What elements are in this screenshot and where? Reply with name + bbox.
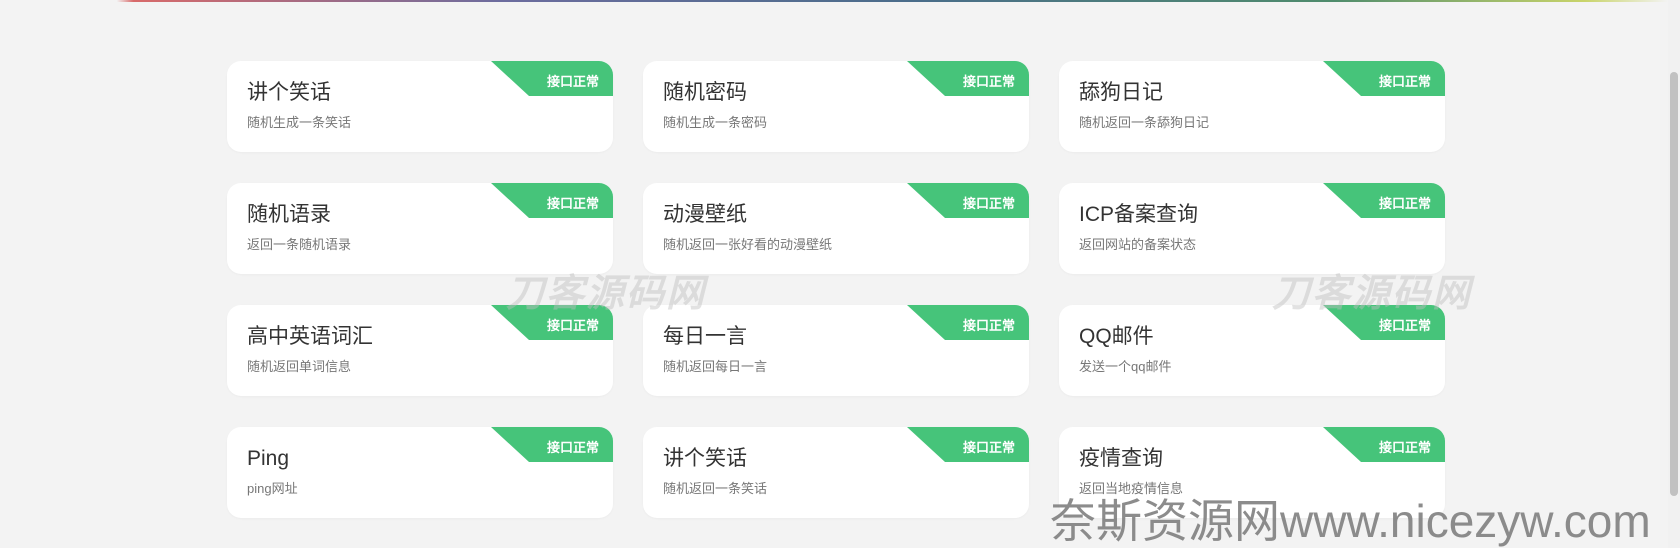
api-card-description: 随机返回一张好看的动漫壁纸 bbox=[663, 237, 833, 252]
status-badge-label: 接口正常 bbox=[962, 196, 1015, 211]
api-card-description: 发送一个qq邮件 bbox=[1079, 359, 1172, 374]
api-card-title: 讲个笑话 bbox=[663, 447, 747, 470]
status-badge-label: 接口正常 bbox=[1378, 440, 1431, 455]
api-card-description: 返回一条随机语录 bbox=[247, 237, 352, 252]
status-badge-label: 接口正常 bbox=[962, 318, 1015, 333]
api-card-title: 讲个笑话 bbox=[247, 81, 331, 104]
api-card[interactable]: 接口正常 QQ邮件 发送一个qq邮件 bbox=[1059, 305, 1445, 396]
status-badge: 接口正常 bbox=[1323, 61, 1445, 96]
status-badge-label: 接口正常 bbox=[962, 74, 1015, 89]
api-card[interactable]: 接口正常 Ping ping网址 bbox=[227, 427, 613, 518]
api-card-description: 随机返回每日一言 bbox=[663, 359, 768, 374]
status-badge-label: 接口正常 bbox=[1378, 196, 1431, 211]
api-card[interactable]: 接口正常 高中英语词汇 随机返回单词信息 bbox=[227, 305, 613, 396]
api-card[interactable]: 接口正常 讲个笑话 随机生成一条笑话 bbox=[227, 61, 613, 152]
watermark-logo: 刀客源码网 bbox=[506, 273, 707, 315]
api-card-title: 随机密码 bbox=[663, 81, 747, 104]
status-badge: 接口正常 bbox=[491, 427, 613, 462]
api-card-title: 随机语录 bbox=[247, 203, 331, 226]
status-badge: 接口正常 bbox=[1323, 183, 1445, 218]
status-badge-label: 接口正常 bbox=[546, 440, 599, 455]
status-badge-label: 接口正常 bbox=[1378, 74, 1431, 89]
api-card[interactable]: 接口正常 每日一言 随机返回每日一言 bbox=[643, 305, 1029, 396]
status-badge-label: 接口正常 bbox=[546, 74, 599, 89]
status-badge: 接口正常 bbox=[907, 183, 1029, 218]
vertical-scrollbar[interactable] bbox=[1668, 0, 1680, 548]
scrollbar-thumb[interactable] bbox=[1670, 72, 1678, 496]
status-badge-label: 接口正常 bbox=[962, 440, 1015, 455]
api-card-description: 随机生成一条密码 bbox=[663, 115, 768, 130]
api-card[interactable]: 接口正常 随机密码 随机生成一条密码 bbox=[643, 61, 1029, 152]
api-card-title: 疫情查询 bbox=[1079, 447, 1163, 470]
api-card[interactable]: 接口正常 ICP备案查询 返回网站的备案状态 bbox=[1059, 183, 1445, 274]
api-card[interactable]: 接口正常 动漫壁纸 随机返回一张好看的动漫壁纸 bbox=[643, 183, 1029, 274]
api-card-description: 随机返回单词信息 bbox=[247, 359, 352, 374]
api-card-title: 动漫壁纸 bbox=[663, 203, 747, 226]
api-card-description: 随机生成一条笑话 bbox=[247, 115, 352, 130]
status-badge-label: 接口正常 bbox=[1378, 318, 1431, 333]
status-badge-label: 接口正常 bbox=[546, 318, 599, 333]
api-card-title: Ping bbox=[247, 447, 290, 470]
api-card-grid: 接口正常 讲个笑话 随机生成一条笑话 接口正常 随机密码 随机生成一条密码 接口… bbox=[227, 61, 1447, 518]
api-card-title: ICP备案查询 bbox=[1079, 203, 1199, 226]
api-card-title: QQ邮件 bbox=[1079, 325, 1154, 348]
top-color-strip bbox=[0, 0, 1668, 2]
api-card[interactable]: 接口正常 讲个笑话 随机返回一条笑话 bbox=[643, 427, 1029, 518]
status-badge: 接口正常 bbox=[1323, 427, 1445, 462]
watermark-logo: 刀客源码网 bbox=[1272, 273, 1473, 315]
status-badge: 接口正常 bbox=[907, 427, 1029, 462]
api-card-title: 舔狗日记 bbox=[1079, 81, 1163, 104]
page: 接口正常 讲个笑话 随机生成一条笑话 接口正常 随机密码 随机生成一条密码 接口… bbox=[0, 0, 1680, 548]
status-badge: 接口正常 bbox=[491, 183, 613, 218]
api-card-title: 每日一言 bbox=[663, 325, 747, 348]
status-badge: 接口正常 bbox=[491, 61, 613, 96]
api-card-description: 随机返回一条舔狗日记 bbox=[1079, 115, 1210, 130]
watermark-site-text: 奈斯资源网www.nicezyw.com bbox=[1050, 495, 1651, 547]
status-badge: 接口正常 bbox=[907, 305, 1029, 340]
api-card[interactable]: 接口正常 舔狗日记 随机返回一条舔狗日记 bbox=[1059, 61, 1445, 152]
api-card-description: 随机返回一条笑话 bbox=[663, 481, 768, 496]
api-card[interactable]: 接口正常 随机语录 返回一条随机语录 bbox=[227, 183, 613, 274]
api-card-description: 返回网站的备案状态 bbox=[1079, 237, 1197, 252]
status-badge-label: 接口正常 bbox=[546, 196, 599, 211]
status-badge: 接口正常 bbox=[907, 61, 1029, 96]
api-card-title: 高中英语词汇 bbox=[247, 325, 373, 348]
api-card-description: ping网址 bbox=[247, 481, 298, 496]
